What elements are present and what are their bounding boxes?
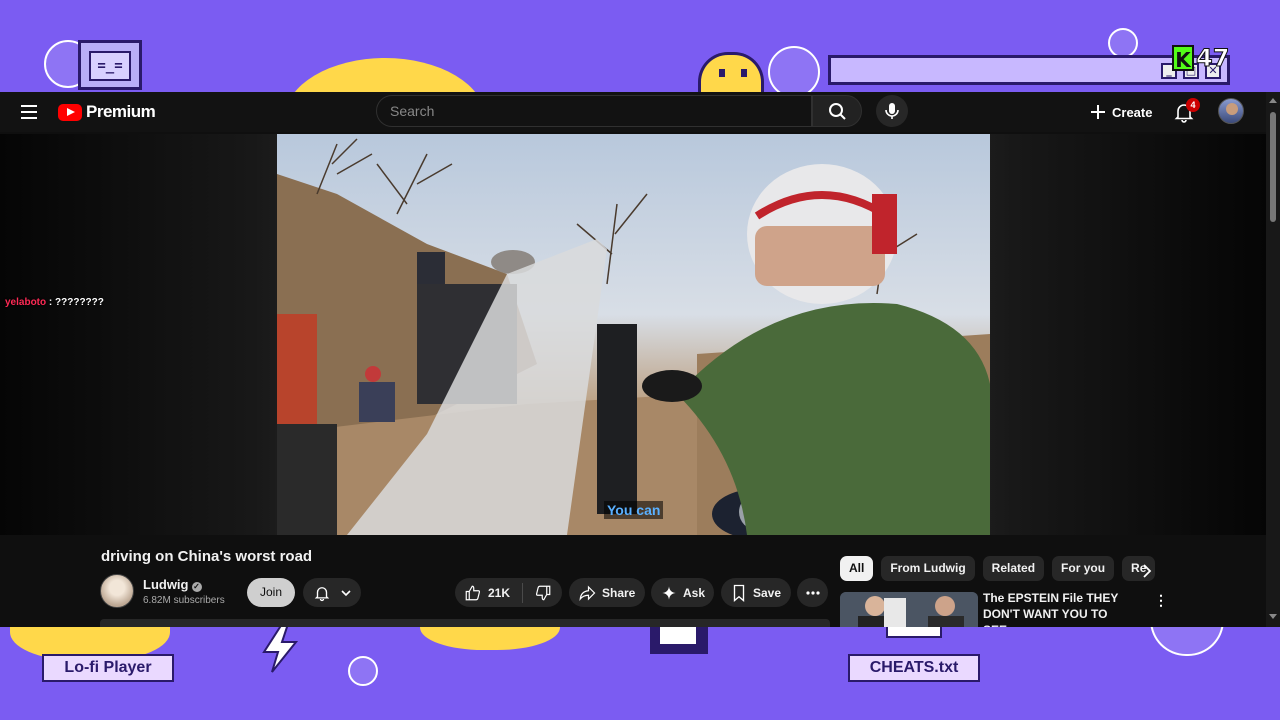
create-button[interactable]: Create bbox=[1090, 100, 1152, 124]
search-input[interactable]: Search bbox=[376, 95, 812, 127]
chat-message: yelaboto : ???????? bbox=[5, 297, 104, 308]
kick-counter-badge: K 47 bbox=[1172, 44, 1230, 73]
scrollbar-thumb[interactable] bbox=[1270, 112, 1276, 222]
cheats-label: CHEATS.txt bbox=[848, 654, 980, 682]
plus-icon bbox=[1091, 105, 1105, 119]
overlay-window: _ □ ✕ bbox=[828, 55, 1230, 85]
overlay-decoration bbox=[650, 626, 708, 654]
more-horizontal-icon bbox=[805, 590, 820, 595]
youtube-premium-logo[interactable]: Premium bbox=[58, 102, 156, 122]
channel-avatar[interactable] bbox=[100, 574, 134, 608]
thumbs-up-icon bbox=[465, 585, 481, 600]
notifications-button[interactable]: 4 bbox=[1172, 98, 1200, 124]
counter-value: 47 bbox=[1195, 44, 1230, 73]
youtube-header: Premium Search Create 4 bbox=[0, 92, 1266, 132]
like-button[interactable]: 21K bbox=[455, 584, 522, 602]
video-player[interactable]: You can bbox=[0, 134, 1266, 535]
search-button[interactable] bbox=[812, 95, 862, 127]
microphone-icon bbox=[885, 103, 899, 119]
smiley-mascot-icon bbox=[698, 52, 764, 96]
bubble-decoration bbox=[1108, 28, 1138, 58]
share-icon bbox=[579, 585, 596, 601]
kick-logo-icon: K bbox=[1172, 45, 1194, 72]
bookmark-icon bbox=[733, 584, 745, 602]
chip-related[interactable]: Related bbox=[982, 556, 1045, 581]
like-dislike-group: 21K bbox=[455, 578, 562, 607]
bell-ring-icon bbox=[314, 586, 330, 601]
thumbs-down-icon bbox=[535, 585, 550, 600]
subscriber-count: 6.82M subscribers bbox=[143, 595, 225, 606]
scroll-down-arrow-icon[interactable] bbox=[1269, 614, 1277, 619]
subscribed-notifications-button[interactable] bbox=[303, 578, 361, 607]
scroll-up-arrow-icon[interactable] bbox=[1269, 98, 1277, 103]
chip-all[interactable]: All bbox=[840, 556, 874, 581]
comments-section bbox=[100, 619, 830, 627]
sparkle-icon bbox=[662, 585, 676, 600]
tv-mascot-icon: =_= bbox=[78, 40, 142, 90]
video-title: driving on China's worst road bbox=[101, 548, 313, 565]
bubble-decoration bbox=[348, 656, 378, 686]
chip-for-you[interactable]: For you bbox=[1052, 556, 1115, 581]
video-caption: You can bbox=[604, 501, 664, 519]
youtube-play-icon bbox=[58, 103, 82, 121]
more-vertical-icon[interactable]: ⋮ bbox=[1154, 592, 1169, 609]
chat-username: yelaboto bbox=[5, 297, 47, 308]
chat-text: ???????? bbox=[55, 297, 104, 308]
verified-check-icon: ✓ bbox=[191, 582, 202, 592]
related-video-title[interactable]: The EPSTEIN File THEY DON'T WANT YOU TO … bbox=[983, 590, 1143, 627]
dislike-button[interactable] bbox=[523, 584, 562, 602]
channel-name[interactable]: Ludwig ✓ bbox=[143, 577, 202, 592]
search-icon bbox=[829, 103, 846, 120]
chip-from-ludwig[interactable]: From Ludwig bbox=[881, 556, 975, 581]
notification-count-badge: 4 bbox=[1186, 98, 1200, 112]
ask-button[interactable]: Ask bbox=[651, 578, 714, 607]
related-video-thumbnail[interactable] bbox=[840, 592, 978, 627]
lightning-icon bbox=[262, 623, 299, 673]
account-avatar[interactable] bbox=[1218, 98, 1244, 124]
lofi-player-label: Lo-fi Player bbox=[42, 654, 174, 682]
video-scene bbox=[277, 138, 990, 535]
chevron-right-icon[interactable] bbox=[1140, 564, 1154, 578]
bubble-decoration bbox=[768, 46, 820, 98]
voice-search-button[interactable] bbox=[876, 95, 908, 127]
video-frame[interactable]: You can bbox=[277, 134, 990, 535]
save-button[interactable]: Save bbox=[721, 578, 791, 607]
overlay-decoration bbox=[886, 626, 942, 638]
thumbnail-image bbox=[840, 592, 978, 627]
youtube-window: Premium Search Create 4 You can driving … bbox=[0, 92, 1280, 627]
menu-icon[interactable] bbox=[21, 105, 37, 119]
chevron-down-icon bbox=[341, 589, 351, 596]
share-button[interactable]: Share bbox=[569, 578, 645, 607]
join-button[interactable]: Join bbox=[247, 578, 295, 607]
page-scrollbar[interactable] bbox=[1266, 92, 1280, 627]
filter-chips: All From Ludwig Related For you Re bbox=[840, 556, 1156, 581]
more-actions-button[interactable] bbox=[797, 578, 828, 607]
